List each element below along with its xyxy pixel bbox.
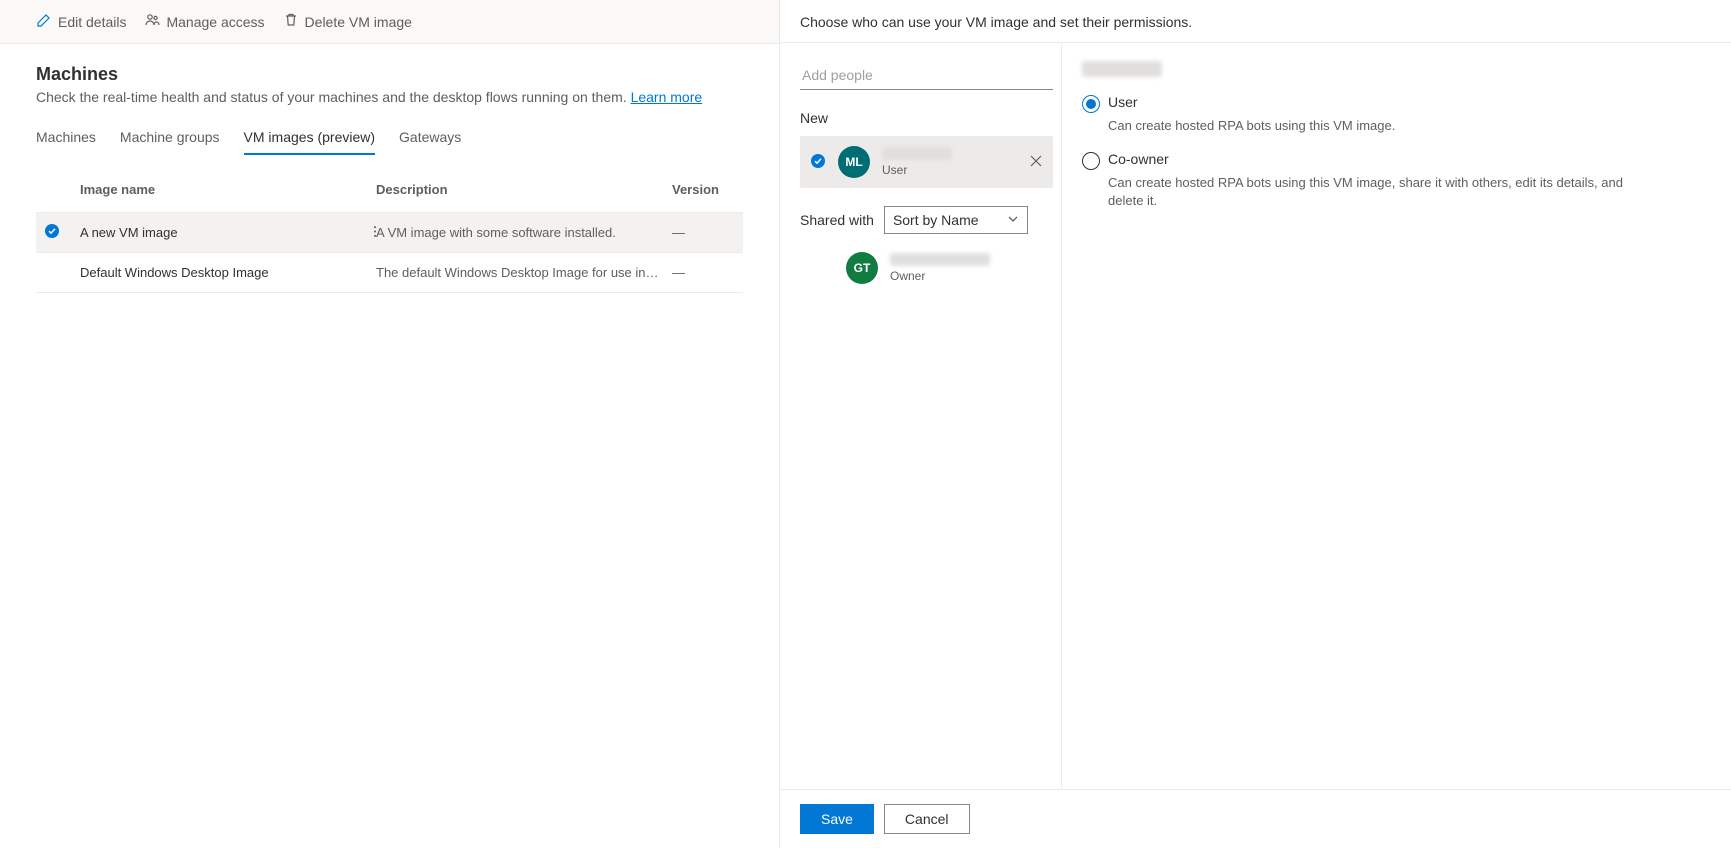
delete-vm-image-label: Delete VM image: [305, 14, 412, 30]
panel-header: Choose who can use your VM image and set…: [780, 0, 1731, 43]
table-row[interactable]: Default Windows Desktop Image The defaul…: [36, 253, 743, 293]
tab-vm-images[interactable]: VM images (preview): [244, 121, 375, 155]
radio-user-desc: Can create hosted RPA bots using this VM…: [1108, 117, 1628, 135]
radio-user[interactable]: [1082, 95, 1100, 113]
permission-user-option[interactable]: User: [1082, 94, 1703, 113]
people-icon: [144, 12, 160, 31]
row-selected-icon[interactable]: [36, 223, 80, 242]
manage-access-label: Manage access: [166, 14, 264, 30]
person-role: Owner: [890, 269, 990, 283]
trash-icon: [283, 12, 299, 31]
person-text: User: [882, 147, 952, 177]
row-version: —: [672, 225, 752, 240]
person-name: [882, 147, 952, 163]
row-name: Default Windows Desktop Image: [80, 265, 376, 280]
edit-details-label: Edit details: [58, 14, 126, 30]
sort-select[interactable]: Sort by Name: [884, 206, 1028, 234]
shared-with-label: Shared with: [800, 212, 874, 228]
row-more-menu[interactable]: [368, 224, 382, 241]
learn-more-link[interactable]: Learn more: [631, 89, 703, 105]
table-row[interactable]: A new VM image A VM image with some soft…: [36, 213, 743, 253]
manage-access-button[interactable]: Manage access: [144, 12, 264, 31]
add-people-input[interactable]: [800, 61, 1053, 90]
person-text: Owner: [890, 253, 990, 283]
col-version[interactable]: Version: [672, 182, 752, 197]
person-selected-icon: [810, 153, 826, 172]
pencil-icon: [36, 12, 52, 31]
selected-person-name: [1082, 61, 1162, 77]
permission-coowner-option[interactable]: Co-owner: [1082, 151, 1703, 170]
table-header: Image name Description Version: [36, 173, 743, 213]
people-column: New ML User Shared with Sort by Name: [780, 43, 1062, 789]
owner-card[interactable]: GT Owner: [800, 242, 1053, 294]
col-description[interactable]: Description: [376, 182, 672, 197]
sort-select-label: Sort by Name: [893, 212, 979, 228]
tabs: Machines Machine groups VM images (previ…: [36, 121, 743, 155]
page-subtitle-text: Check the real-time health and status of…: [36, 89, 631, 105]
row-desc: A VM image with some software installed.: [376, 225, 672, 240]
avatar: ML: [838, 146, 870, 178]
chevron-down-icon: [1007, 212, 1019, 228]
person-role: User: [882, 163, 952, 177]
save-button[interactable]: Save: [800, 804, 874, 834]
row-name: A new VM image: [80, 225, 376, 240]
edit-details-button[interactable]: Edit details: [36, 12, 126, 31]
radio-coowner[interactable]: [1082, 152, 1100, 170]
page-title: Machines: [36, 64, 743, 85]
row-desc: The default Windows Desktop Image for us…: [376, 265, 672, 280]
person-name: [890, 253, 990, 269]
avatar: GT: [846, 252, 878, 284]
delete-vm-image-button[interactable]: Delete VM image: [283, 12, 412, 31]
cancel-button[interactable]: Cancel: [884, 804, 970, 834]
content-area: Machines Check the real-time health and …: [0, 44, 779, 293]
col-image-name[interactable]: Image name: [80, 182, 376, 197]
radio-coowner-desc: Can create hosted RPA bots using this VM…: [1108, 174, 1628, 210]
remove-person-button[interactable]: [1027, 152, 1045, 173]
tab-machines[interactable]: Machines: [36, 121, 96, 155]
tab-gateways[interactable]: Gateways: [399, 121, 461, 155]
share-panel: Choose who can use your VM image and set…: [780, 0, 1731, 848]
panel-footer: Save Cancel: [780, 789, 1731, 848]
new-section-label: New: [800, 110, 1053, 126]
row-version: —: [672, 265, 752, 280]
panel-body: New ML User Shared with Sort by Name: [780, 43, 1731, 789]
tab-machine-groups[interactable]: Machine groups: [120, 121, 220, 155]
toolbar: Edit details Manage access Delete VM ima…: [0, 0, 779, 44]
main-area: Edit details Manage access Delete VM ima…: [0, 0, 780, 848]
radio-user-label: User: [1108, 94, 1138, 110]
permissions-column: User Can create hosted RPA bots using th…: [1062, 43, 1731, 789]
page-subtitle: Check the real-time health and status of…: [36, 89, 743, 105]
new-person-card[interactable]: ML User: [800, 136, 1053, 188]
radio-coowner-label: Co-owner: [1108, 151, 1169, 167]
